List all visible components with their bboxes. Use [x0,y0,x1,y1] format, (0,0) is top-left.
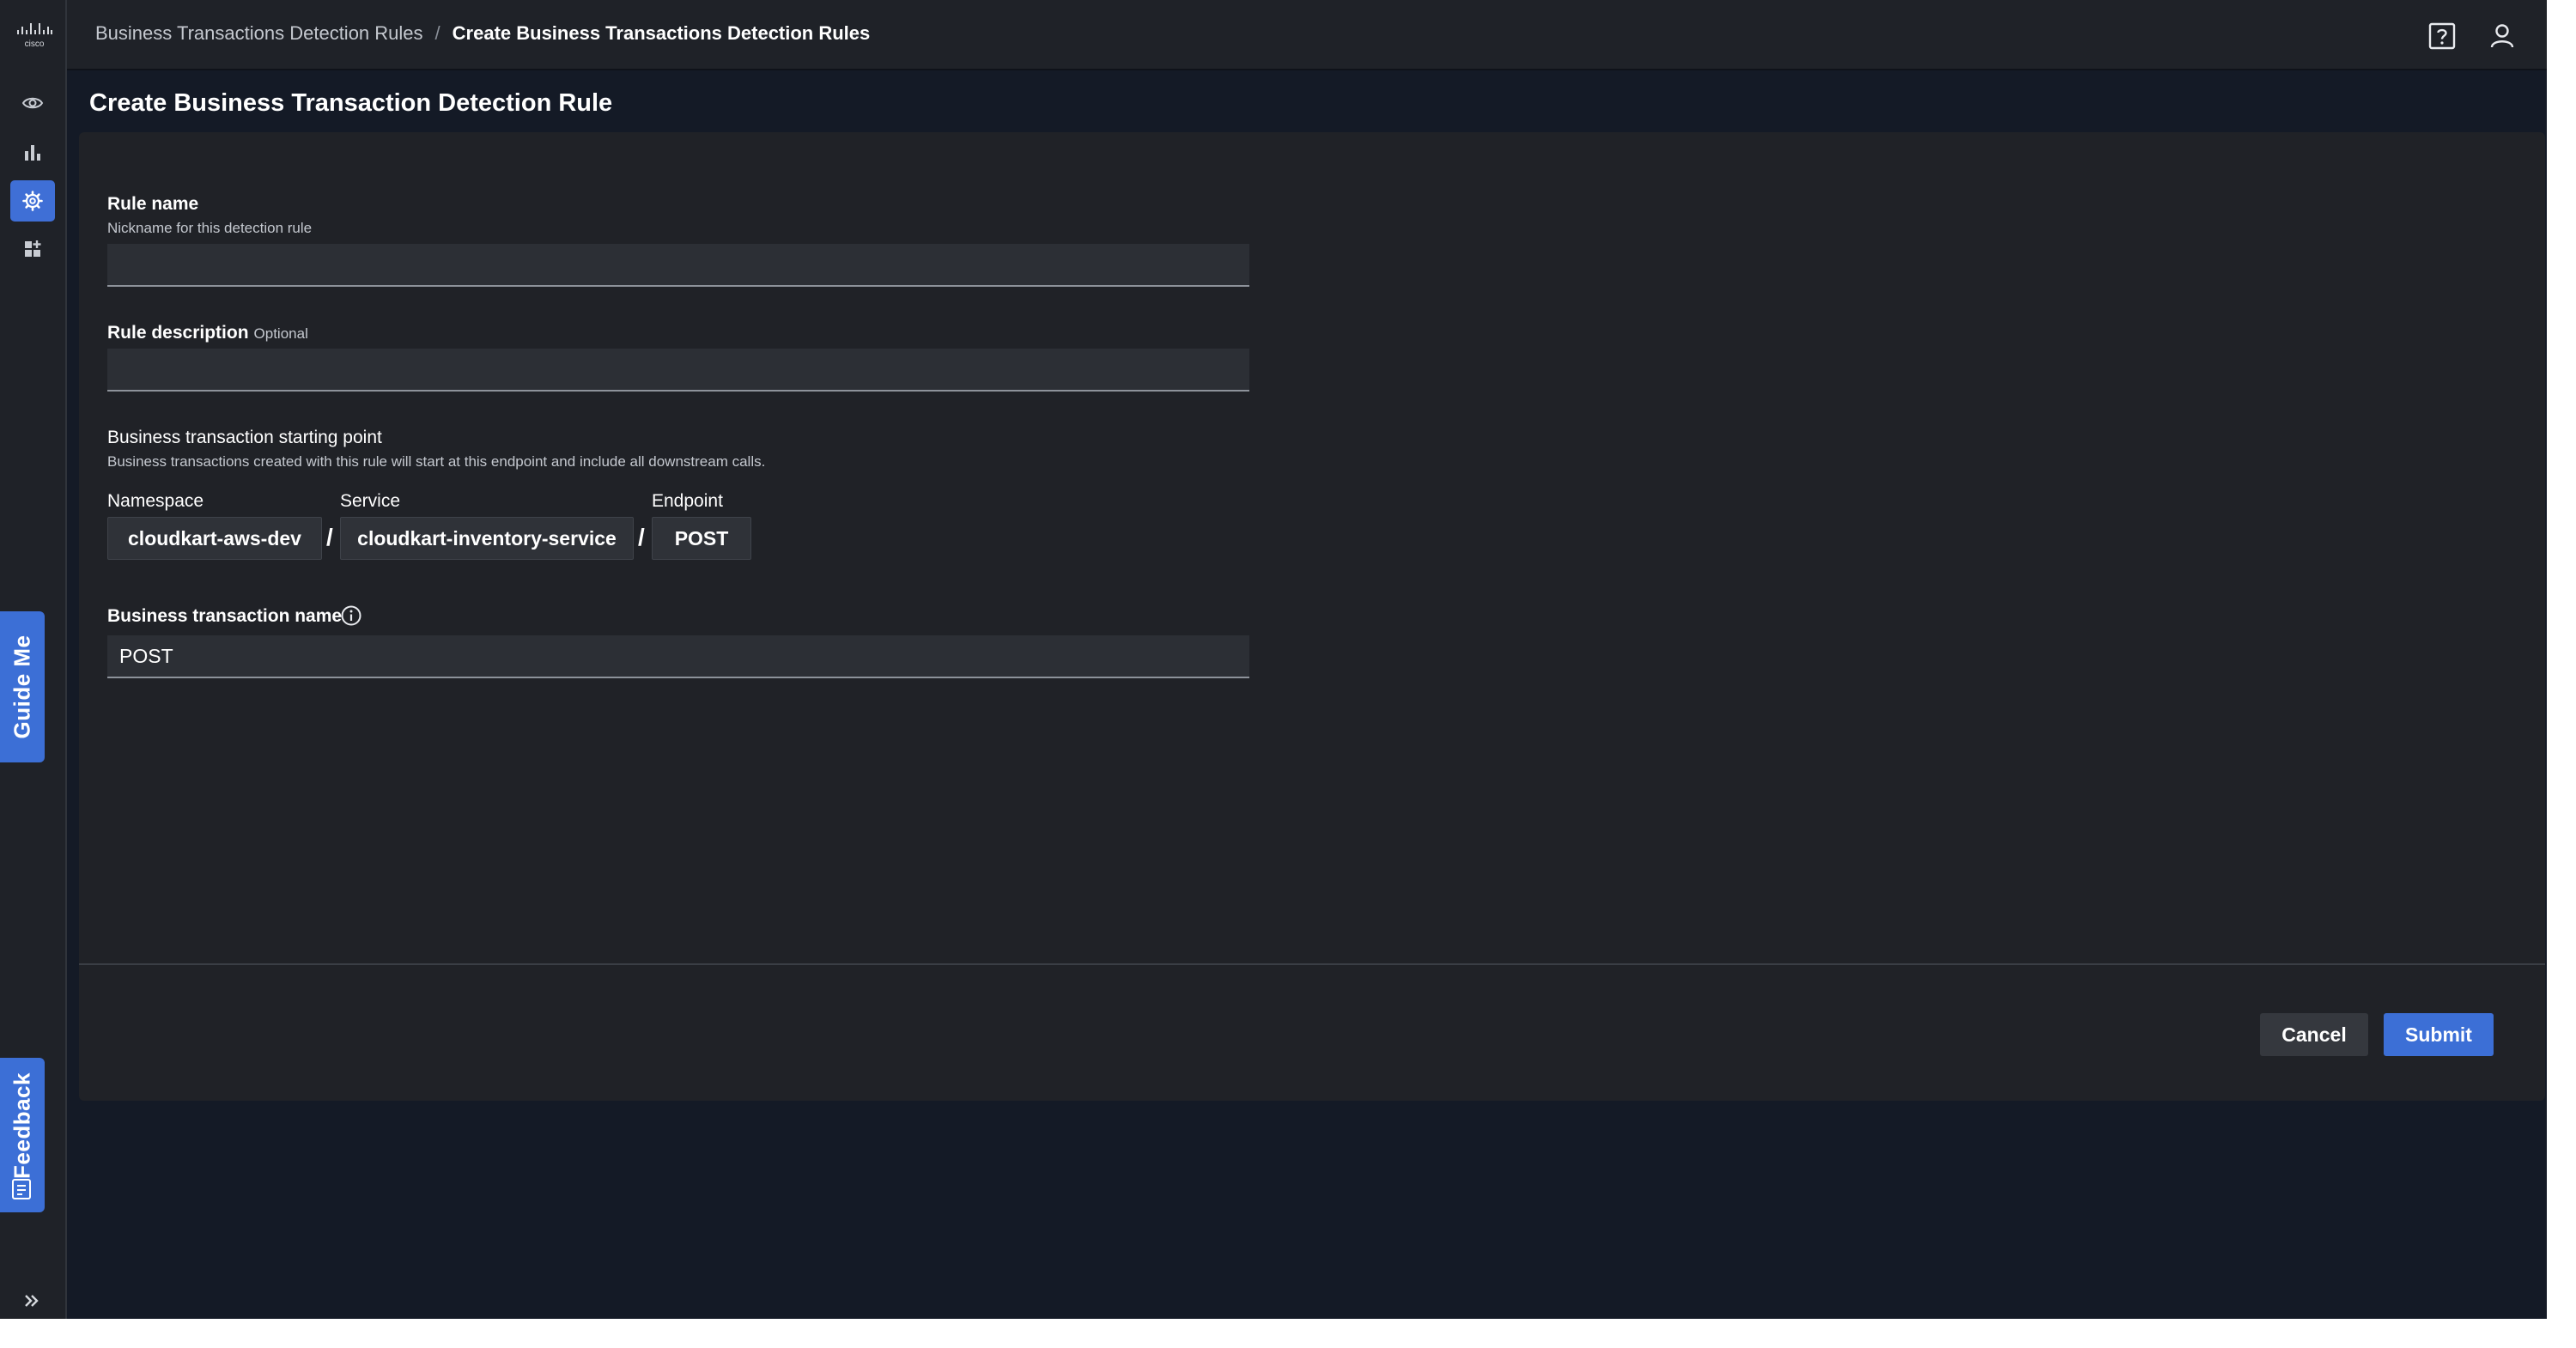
starting-point-help: Business transactions created with this … [107,453,766,470]
cisco-logo-icon[interactable]: cisco [15,22,53,48]
service-separator: / [638,524,645,550]
guide-me-label: Guide Me [9,635,35,739]
help-icon[interactable] [2425,19,2459,53]
app-window: cisco Guide Me Feedback Business Transac… [0,0,2547,1319]
page-title: Create Business Transaction Detection Ru… [89,89,613,117]
info-icon[interactable] [340,604,362,627]
optional-tag: Optional [253,325,308,342]
breadcrumb: Business Transactions Detection Rules / Cr… [95,22,870,45]
feedback-tab[interactable]: Feedback [0,1058,45,1212]
endpoint-value: POST [652,517,751,560]
rule-name-label: Rule name [107,194,199,214]
bt-name-label: Business transaction name [107,606,343,626]
rail-analytics-button[interactable] [10,132,55,173]
endpoint-label: Endpoint [652,491,723,511]
rule-name-help: Nickname for this detection rule [107,220,313,236]
rail-settings-button[interactable] [10,180,55,222]
bar-chart-icon [25,145,40,161]
svg-text:cisco: cisco [25,39,45,48]
rule-description-label: Rule description Optional [107,323,308,343]
double-chevron-right-icon[interactable] [19,1288,45,1314]
breadcrumb-detection-rules-link[interactable]: Business Transactions Detection Rules [95,22,423,44]
guide-me-tab[interactable]: Guide Me [0,611,45,762]
submit-button[interactable]: Submit [2384,1013,2494,1056]
user-icon[interactable] [2485,19,2519,53]
rule-name-input[interactable] [107,244,1249,287]
rule-description-input[interactable] [107,349,1249,392]
eye-icon [21,97,44,109]
namespace-separator: / [326,524,333,550]
gear-icon [22,191,43,211]
rule-description-label-text: Rule description [107,323,249,343]
bt-name-input[interactable] [107,635,1249,678]
breadcrumb-current: Create Business Transactions Detection R… [452,22,871,44]
rail-apps-button[interactable] [10,228,55,270]
cancel-button[interactable]: Cancel [2260,1013,2368,1056]
footer-divider [79,963,2545,965]
starting-point-label: Business transaction starting point [107,428,382,447]
form-panel: Rule name Nickname for this detection ru… [79,132,2545,1101]
service-value: cloudkart-inventory-service [340,517,634,560]
namespace-label: Namespace [107,491,204,511]
feedback-label: Feedback [9,1072,35,1180]
feedback-icon [12,1179,31,1199]
namespace-value: cloudkart-aws-dev [107,517,322,560]
add-widget-icon [25,240,41,257]
breadcrumb-separator: / [434,22,440,44]
rail-observe-button[interactable] [10,82,55,124]
top-header: Business Transactions Detection Rules / Cr… [67,0,2547,70]
service-label: Service [340,491,401,511]
